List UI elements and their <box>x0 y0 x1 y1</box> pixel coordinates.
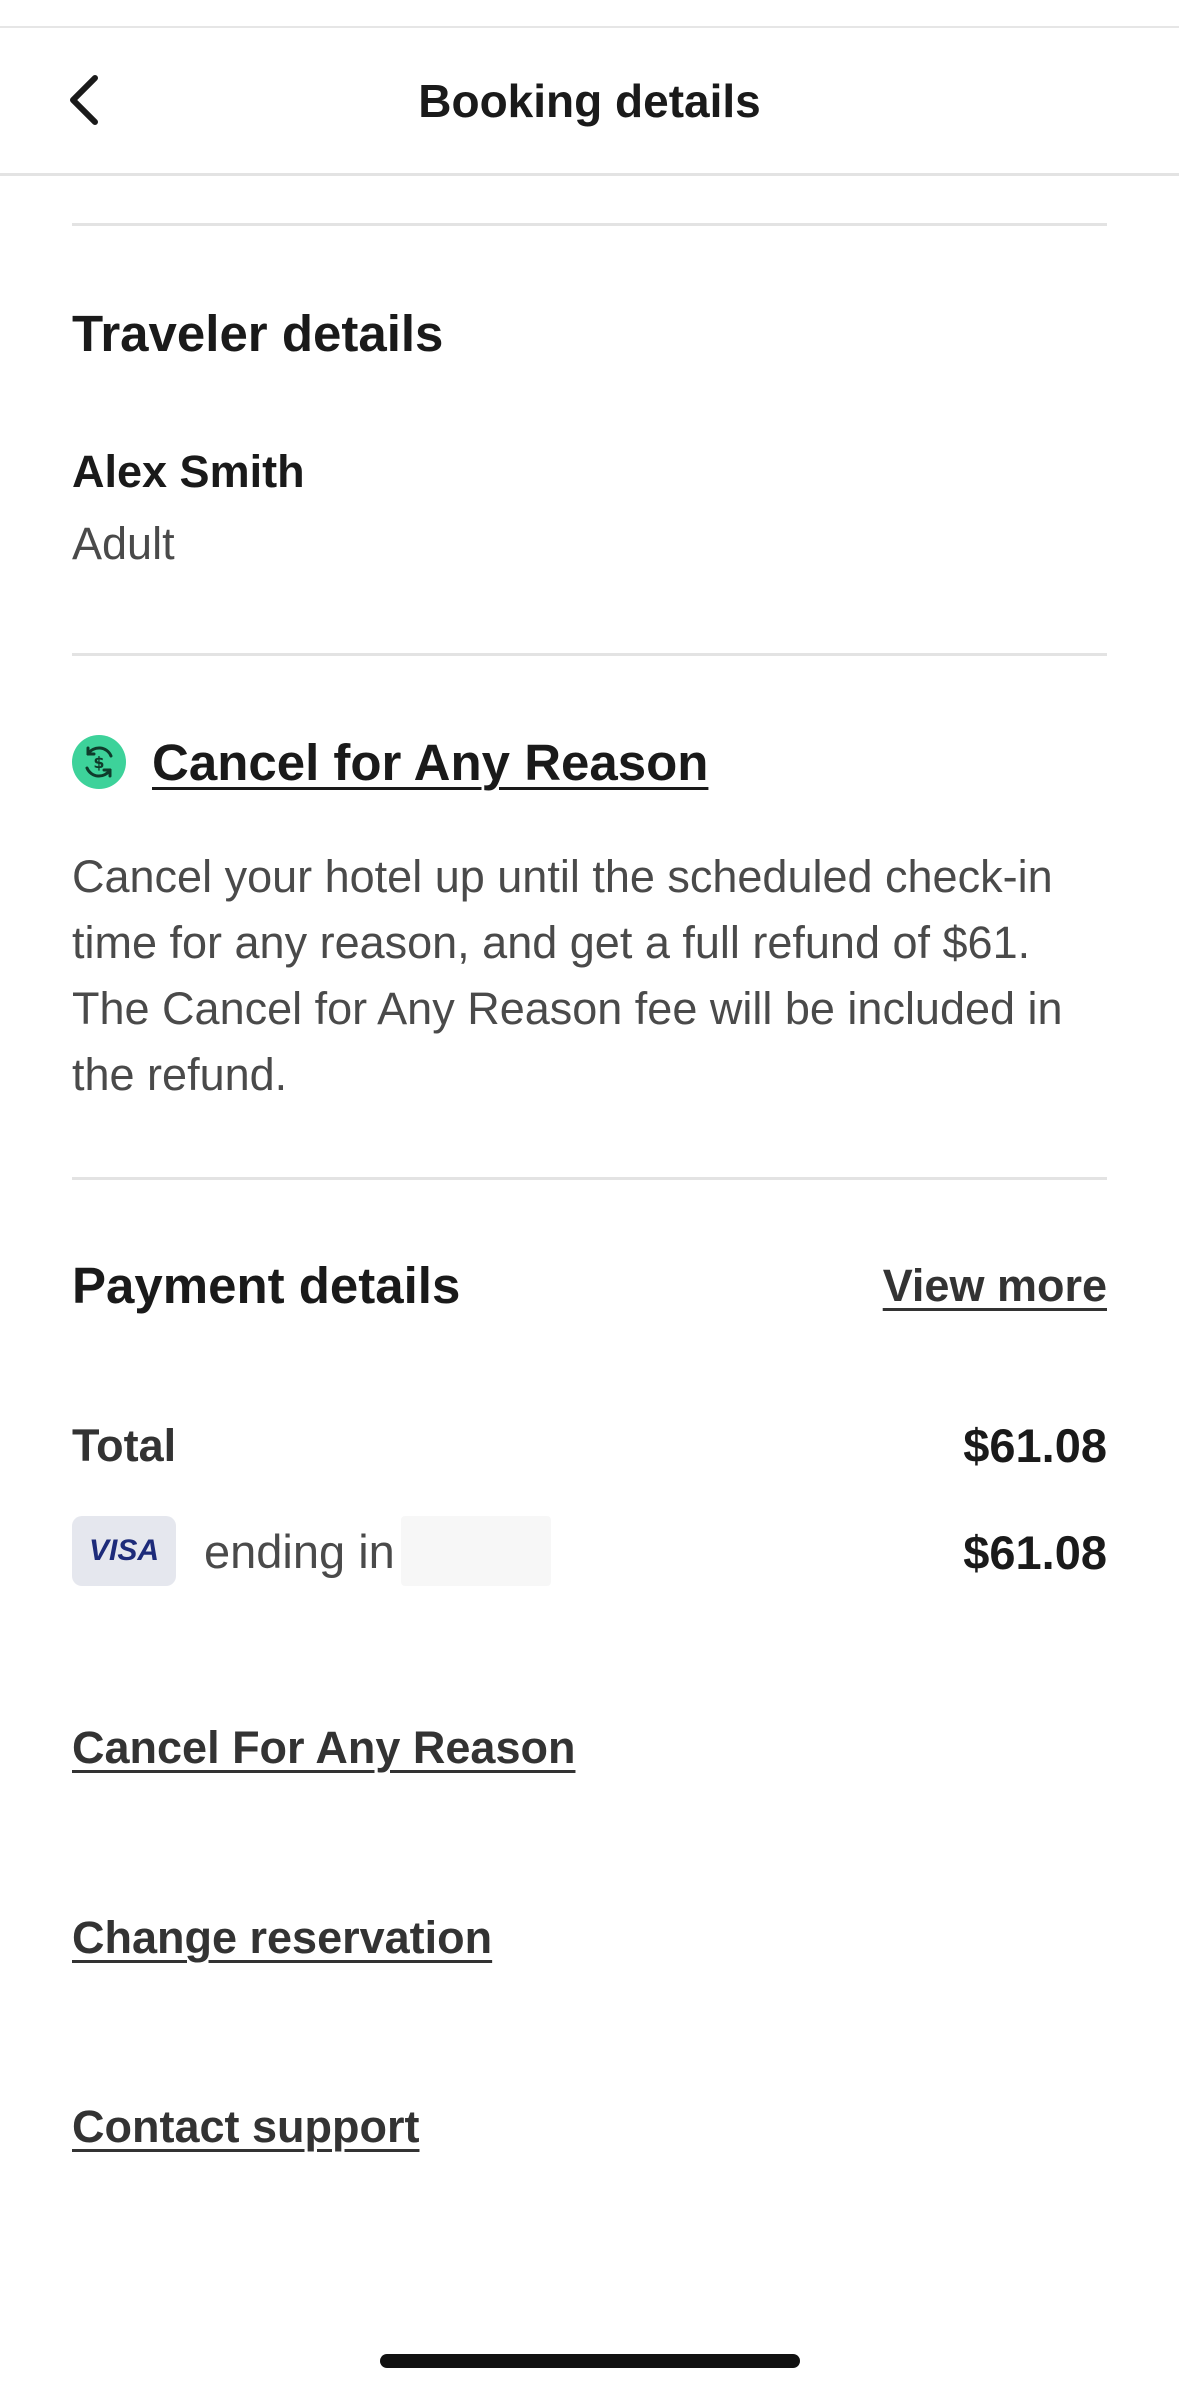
payment-card-row: VISA ending in <box>72 1516 551 1586</box>
payment-details-heading: Payment details <box>72 1257 461 1314</box>
navigation-bar: Booking details <box>0 28 1179 176</box>
cancel-for-any-reason-description: Cancel your hotel up until the scheduled… <box>72 851 1063 1100</box>
section-divider <box>72 223 1107 226</box>
traveler-name: Alex Smith <box>72 446 305 497</box>
section-divider <box>72 1177 1107 1180</box>
contact-support-link[interactable]: Contact support <box>72 2101 419 2153</box>
view-more-link[interactable]: View more <box>883 1260 1107 1312</box>
total-amount: $61.08 <box>963 1419 1107 1472</box>
page-title: Booking details <box>418 75 761 127</box>
refund-dollar-icon: $ <box>72 735 126 789</box>
traveler-details-heading: Traveler details <box>72 305 444 362</box>
card-charge-amount: $61.08 <box>963 1526 1107 1579</box>
home-indicator[interactable] <box>380 2354 800 2368</box>
visa-card-icon: VISA <box>72 1516 176 1586</box>
cancel-for-any-reason-header: $ Cancel for Any Reason <box>72 730 708 794</box>
change-reservation-link[interactable]: Change reservation <box>72 1912 492 1964</box>
traveler-type: Adult <box>72 518 175 569</box>
total-label: Total <box>72 1420 177 1471</box>
section-divider <box>72 653 1107 656</box>
cancel-for-any-reason-action[interactable]: Cancel For Any Reason <box>72 1722 575 1774</box>
svg-text:$: $ <box>93 753 104 772</box>
redacted-card-digits <box>400 1516 551 1586</box>
cancel-for-any-reason-link[interactable]: Cancel for Any Reason <box>152 733 708 792</box>
card-ending-label: ending in <box>204 1524 395 1578</box>
